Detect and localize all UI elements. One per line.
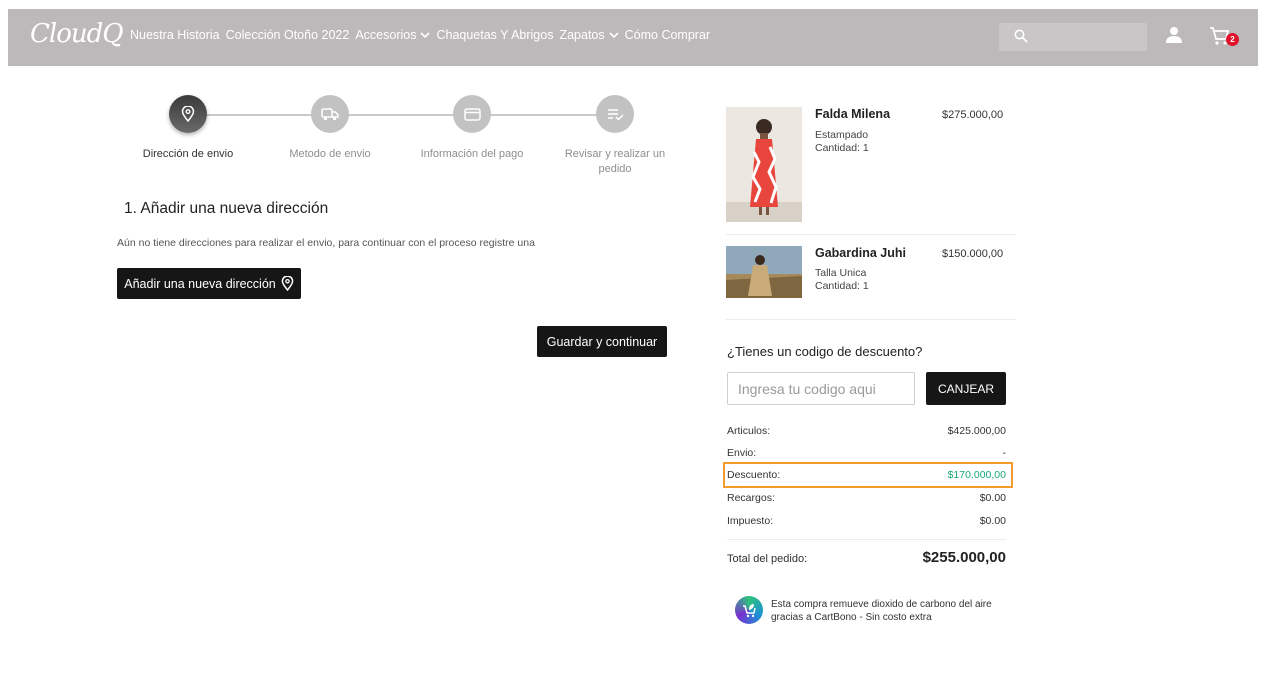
step-review-order[interactable]: Revisar y realizar un pedido [550,95,680,177]
summary-label: Articulos: [727,425,771,437]
cart-item: Gabardina Juhi $150.000,00 Talla Unica C… [726,246,1016,300]
location-pin-icon [281,276,294,291]
summary-row-shipping: Envio: - [727,447,1006,463]
step-label: Revisar y realizar un pedido [564,148,666,175]
checklist-icon [607,108,624,121]
cart-item: Falda Milena $275.000,00 Estampado Canti… [726,107,1016,225]
step-label: Información del pago [420,148,524,160]
total-value: $255.000,00 [922,549,1006,566]
credit-card-icon [463,107,481,121]
cart-count-badge: 2 [1226,33,1239,46]
discount-question: ¿Tienes un codigo de descuento? [727,344,923,359]
summary-value: $425.000,00 [947,425,1006,437]
step-shipping-address[interactable]: Dirección de envio [123,95,253,162]
summary-row-tax: Impuesto: $0.00 [727,515,1006,531]
discount-code-input[interactable] [727,372,915,405]
summary-row-articles: Articulos: $425.000,00 [727,425,1006,441]
search-input[interactable] [999,23,1147,51]
product-image-falda[interactable] [726,107,802,222]
summary-value: $0.00 [979,515,1006,527]
item-name[interactable]: Gabardina Juhi [815,246,906,260]
user-icon[interactable] [1166,26,1182,44]
cartbono-leaf-cart-icon [735,596,763,624]
product-image-gabardina[interactable] [726,246,802,298]
summary-row-discount: Descuento: $170.000,00 [727,469,1006,485]
top-band [0,0,1266,9]
nav-link-como-comprar[interactable]: Cómo Comprar [625,28,710,42]
save-continue-button[interactable]: Guardar y continuar [537,326,667,357]
step-circle [169,95,207,133]
summary-row-surcharges: Recargos: $0.00 [727,492,1006,508]
divider [726,319,1016,320]
add-address-button[interactable]: Añadir una nueva dirección [117,268,301,299]
address-info-text: Aún no tiene direcciones para realizar e… [117,237,535,249]
truck-icon [321,108,339,121]
item-variant: Talla Unica [815,267,867,279]
summary-value: - [1002,447,1007,459]
navbar: CloudQ Nuestra Historia Colección Otoño … [8,9,1258,66]
nav-link-nuestra-historia[interactable]: Nuestra Historia [130,28,220,42]
main-nav: Nuestra Historia Colección Otoño 2022 Ac… [130,28,716,42]
item-quantity: Cantidad: 1 [815,280,869,292]
item-name[interactable]: Falda Milena [815,107,890,121]
step-circle [311,95,349,133]
divider [726,234,1016,235]
divider [727,539,1006,540]
checkout-stepper: Dirección de envio Metodo de envio Infor… [115,95,675,185]
summary-label: Recargos: [727,492,775,504]
location-pin-icon [181,106,195,122]
summary-label: Impuesto: [727,515,774,527]
total-label: Total del pedido: [727,553,808,565]
nav-link-coleccion[interactable]: Colección Otoño 2022 [226,28,350,42]
summary-row-total: Total del pedido: $255.000,00 [727,549,1006,571]
item-price: $150.000,00 [942,248,1004,260]
summary-label: Envio: [727,447,757,459]
item-variant: Estampado [815,129,869,141]
summary-value: $170.000,00 [947,469,1006,481]
item-quantity: Cantidad: 1 [815,142,869,154]
nav-link-zapatos[interactable]: Zapatos [559,28,619,42]
step-payment-info[interactable]: Información del pago [407,95,537,162]
chevron-down-icon [609,32,619,39]
item-price: $275.000,00 [942,109,1004,121]
cartbono-text: Esta compra remueve dioxido de carbono d… [771,599,992,623]
redeem-button[interactable]: CANJEAR [926,372,1006,405]
summary-value: $0.00 [979,492,1006,504]
nav-link-chaquetas[interactable]: Chaquetas Y Abrigos [436,28,553,42]
step-circle [596,95,634,133]
address-section-title: 1. Añadir una nueva dirección [124,200,329,217]
step-shipping-method[interactable]: Metodo de envio [265,95,395,162]
logo[interactable]: CloudQ [30,19,124,49]
summary-label: Descuento: [727,469,781,481]
step-label: Metodo de envio [289,148,371,160]
step-circle [453,95,491,133]
nav-link-accesorios[interactable]: Accesorios [355,28,431,42]
search-icon [1014,29,1028,43]
step-label: Dirección de envio [142,148,234,160]
chevron-down-icon [420,32,431,39]
